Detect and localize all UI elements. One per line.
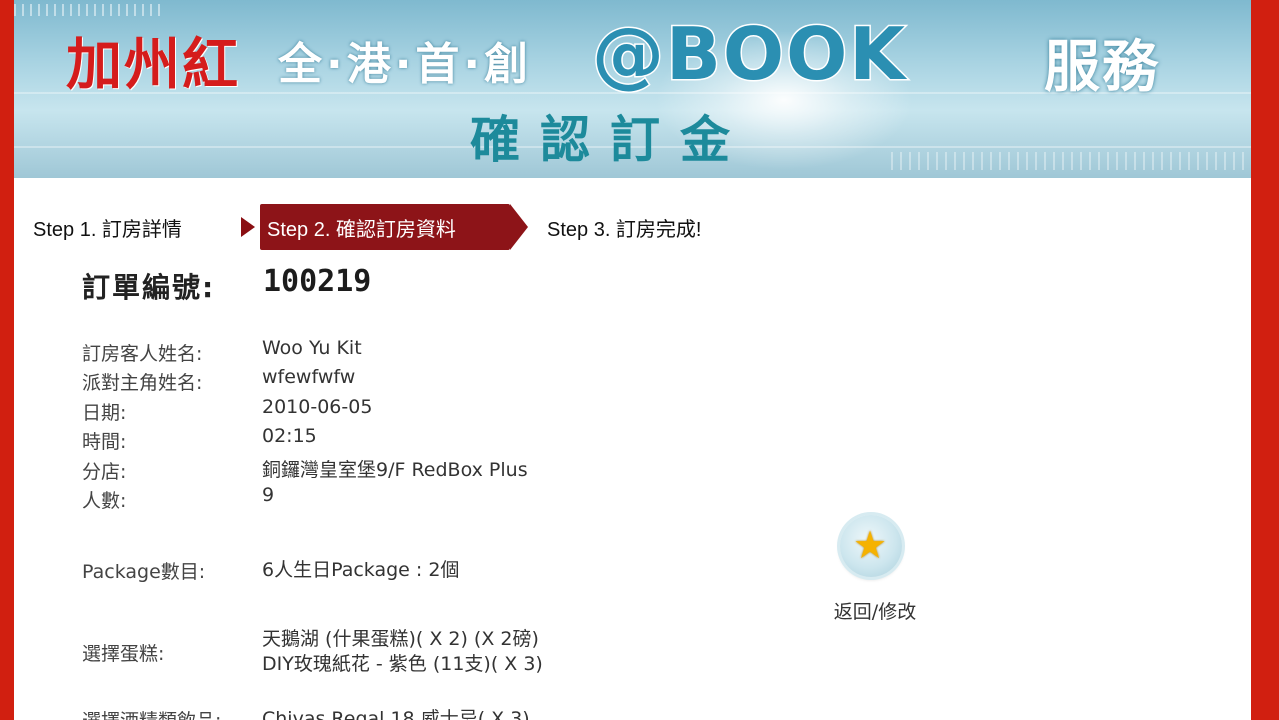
step-1: Step 1. 訂房詳情 <box>33 218 182 241</box>
step-progress: Step 1. 訂房詳情 Step 2. 確認訂房資料 Step 3. 訂房完成… <box>33 204 793 250</box>
time-value: 02:15 <box>262 425 317 447</box>
back-edit-button[interactable]: ★ 返回/修改 <box>810 515 930 625</box>
abook-logo: @BOOK <box>590 11 908 98</box>
package-count-label: Package數目: <box>82 561 206 583</box>
date-label: 日期: <box>82 402 127 424</box>
back-edit-label[interactable]: 返回/修改 <box>820 597 930 624</box>
cake-label: 選擇蛋糕: <box>82 643 165 665</box>
page-subtitle: 確認訂金 <box>470 111 750 169</box>
people-count-value: 9 <box>262 484 275 506</box>
order-number-value: 100219 <box>263 264 372 299</box>
time-label: 時間: <box>82 431 127 453</box>
banner-grid <box>891 152 1251 170</box>
page-frame: 加州紅 全·港·首·創 @BOOK 服務 確認訂金 Step 1. 訂房詳情 S… <box>14 0 1251 720</box>
step-active-arrow-icon <box>510 204 528 250</box>
guest-name-label: 訂房客人姓名: <box>82 343 203 365</box>
slogan: 全·港·首·創 <box>278 39 533 90</box>
guest-name-value: Woo Yu Kit <box>262 337 362 359</box>
drink-value: Chivas Regal 18 威士忌( X 3) <box>262 708 530 720</box>
star-icon: ★ <box>853 523 888 567</box>
branch-label: 分店: <box>82 461 127 483</box>
drink-label: 選擇酒精類飲品: <box>82 706 221 720</box>
banner-decoration <box>14 4 164 16</box>
party-host-label: 派對主角姓名: <box>82 372 203 394</box>
branch-value: 銅鑼灣皇室堡9/F RedBox Plus <box>262 459 528 481</box>
people-count-label: 人數: <box>82 490 127 512</box>
order-number-label: 訂單編號: <box>82 271 216 304</box>
cake-value-line-1: 天鵝湖 (什果蛋糕)( X 2) (X 2磅) <box>262 628 539 650</box>
service-title: 服務 <box>1044 35 1160 100</box>
cake-value-line-2: DIY玫瑰紙花 - 紫色 (11支)( X 3) <box>262 653 543 675</box>
step-2-active: Step 2. 確認訂房資料 <box>260 204 510 250</box>
package-count-value: 6人生日Package : 2個 <box>262 559 460 581</box>
step-3: Step 3. 訂房完成! <box>547 218 702 241</box>
date-value: 2010-06-05 <box>262 396 373 418</box>
header-banner: 加州紅 全·港·首·創 @BOOK 服務 確認訂金 <box>14 0 1251 178</box>
brand-logo: 加州紅 <box>66 33 240 98</box>
step-arrow-icon <box>241 217 255 237</box>
party-host-value: wfewfwfw <box>262 366 356 388</box>
star-seal-icon[interactable]: ★ <box>840 515 902 577</box>
